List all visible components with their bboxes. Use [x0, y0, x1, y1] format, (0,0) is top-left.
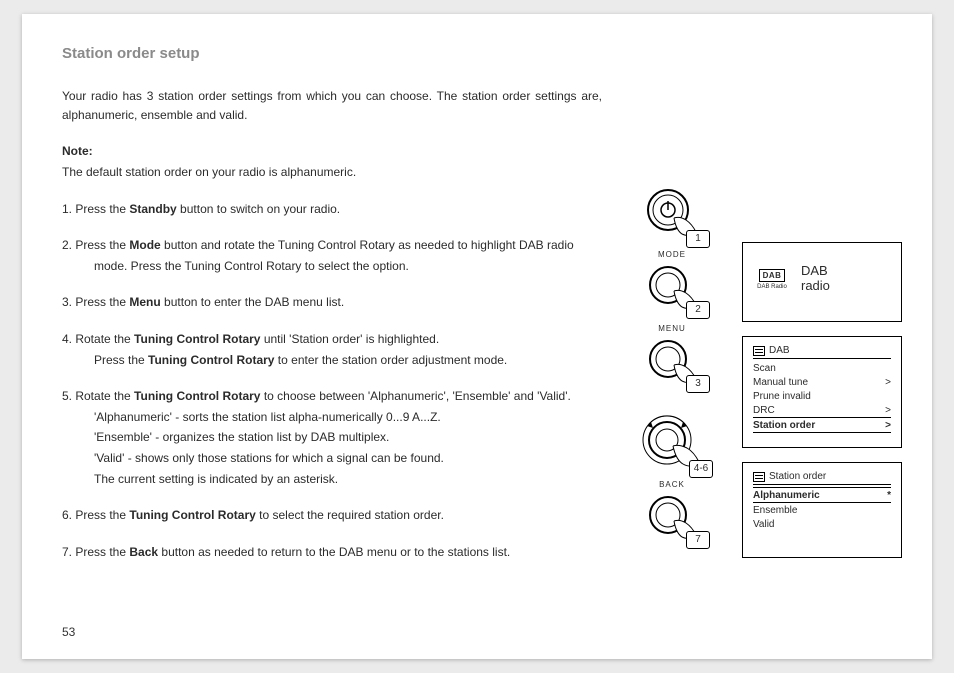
menu-item-manual-tune: Manual tune >	[753, 375, 891, 389]
diagram-tag-7: 7	[686, 531, 710, 549]
page-number: 53	[62, 625, 75, 639]
step-7: 7. Press the Back button as needed to re…	[62, 543, 602, 562]
menu-item-ensemble: Ensemble	[753, 503, 891, 517]
step-1: 1. Press the Standby button to switch on…	[62, 200, 602, 219]
list-icon	[753, 346, 765, 356]
menu-item-valid: Valid	[753, 517, 891, 531]
screen-dab-menu: DAB Scan Manual tune > Prune invalid DRC…	[742, 336, 902, 448]
selected-indicator-icon: *	[887, 490, 891, 501]
menu-item-station-order: Station order >	[753, 417, 891, 433]
section-title: Station order setup	[62, 42, 602, 65]
diagram-tag-3: 3	[686, 375, 710, 393]
chevron-right-icon: >	[885, 405, 891, 416]
steps-list: 1. Press the Standby button to switch on…	[62, 200, 602, 562]
menu-label: MENU	[622, 324, 722, 333]
screen-station-order: Station order Alphanumeric * Ensemble Va…	[742, 462, 902, 558]
menu-button-diagram: 3	[640, 333, 704, 389]
step-5: 5. Rotate the Tuning Control Rotary to c…	[62, 387, 602, 488]
text-column: Station order setup Your radio has 3 sta…	[62, 42, 602, 561]
diagram-tag-4-6: 4-6	[689, 460, 713, 478]
back-button-diagram: 7	[640, 489, 704, 545]
diagram-tag-1: 1	[686, 230, 710, 248]
screen-dab-radio: DAB DAB Radio DAB radio	[742, 242, 902, 322]
intro-paragraph: Your radio has 3 station order settings …	[62, 87, 602, 124]
chevron-right-icon: >	[885, 420, 891, 431]
mode-label: MODE	[622, 250, 722, 259]
dab-logo-icon: DAB DAB Radio	[753, 269, 791, 290]
diagram-tag-2: 2	[686, 301, 710, 319]
menu-item-scan: Scan	[753, 361, 891, 375]
manual-page: Station order setup Your radio has 3 sta…	[22, 14, 932, 659]
back-label: BACK	[622, 480, 722, 489]
menu-header: DAB	[753, 345, 891, 359]
note-label: Note:	[62, 142, 602, 161]
mode-button-diagram: 2	[640, 259, 704, 315]
step-4: 4. Rotate the Tuning Control Rotary unti…	[62, 330, 602, 369]
standby-button-diagram: 1	[640, 184, 704, 244]
chevron-right-icon: >	[885, 377, 891, 388]
tuning-rotary-diagram: 4-6	[637, 410, 707, 474]
step-3: 3. Press the Menu button to enter the DA…	[62, 293, 602, 312]
menu-item-prune-invalid: Prune invalid	[753, 389, 891, 403]
menu-header: Station order	[753, 471, 891, 485]
list-icon	[753, 472, 765, 482]
menu-item-drc: DRC >	[753, 403, 891, 417]
screen-title: DAB radio	[801, 264, 830, 294]
step-2: 2. Press the Mode button and rotate the …	[62, 236, 602, 275]
screen-mockups: DAB DAB Radio DAB radio DAB Scan Manual …	[742, 242, 902, 558]
menu-item-alphanumeric: Alphanumeric *	[753, 487, 891, 503]
button-diagrams: 1 MODE 2 MENU 3	[622, 184, 722, 548]
step-6: 6. Press the Tuning Control Rotary to se…	[62, 506, 602, 525]
note-body: The default station order on your radio …	[62, 163, 602, 182]
